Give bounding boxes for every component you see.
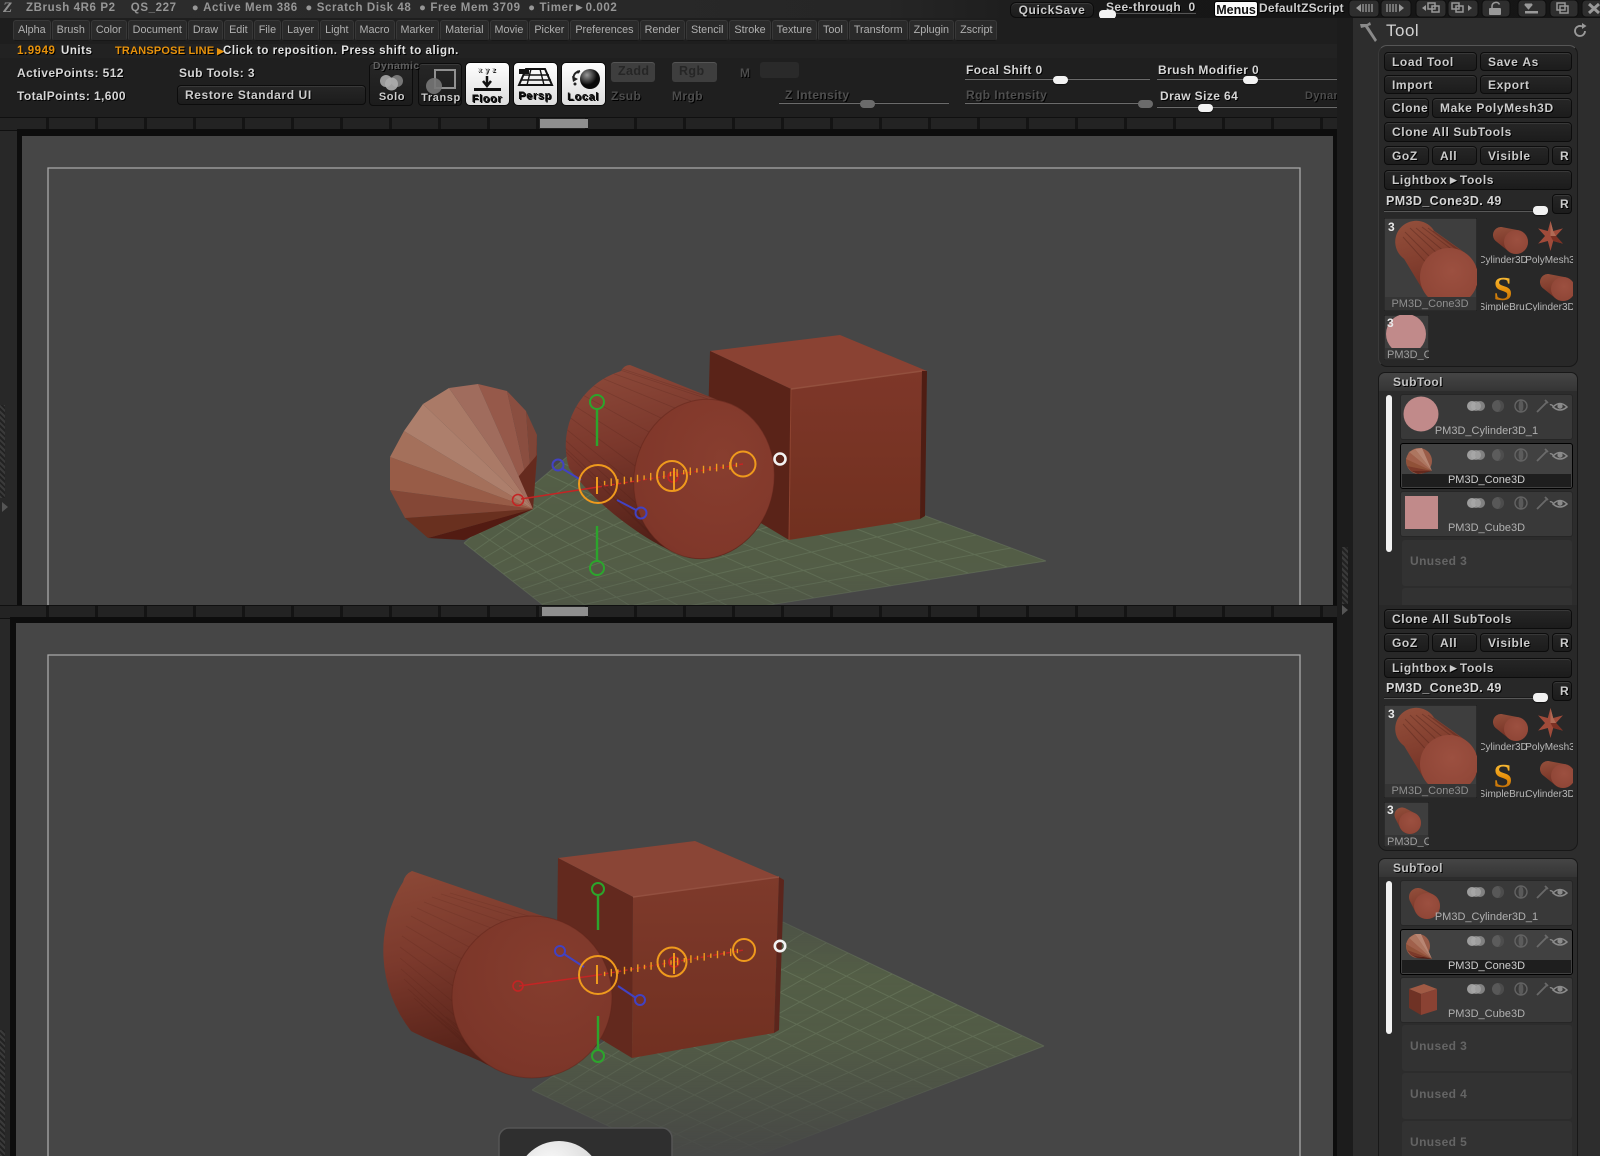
svg-text:PolyMesh3: PolyMesh3 xyxy=(1525,742,1573,753)
svg-text:Cylinder3D: Cylinder3D xyxy=(1525,789,1573,798)
svg-text:3: 3 xyxy=(1387,803,1394,817)
svg-text:x y z: x y z xyxy=(478,67,496,74)
svg-text:Cylinder3D: Cylinder3D xyxy=(1481,742,1528,753)
svg-text:3: 3 xyxy=(1388,707,1395,721)
svg-text:Local: Local xyxy=(567,91,599,103)
svg-text:PM3D_Cone3D: PM3D_Cone3D xyxy=(1391,785,1468,797)
svg-text:Transp: Transp xyxy=(421,92,461,104)
svg-text:SimpleBru:: SimpleBru: xyxy=(1481,789,1527,798)
svg-text:Floor: Floor xyxy=(472,93,503,105)
svg-text:PM3D_Co: PM3D_Co xyxy=(1387,836,1429,847)
svg-text:Persp: Persp xyxy=(518,90,552,102)
svg-text:Solo: Solo xyxy=(379,91,405,103)
